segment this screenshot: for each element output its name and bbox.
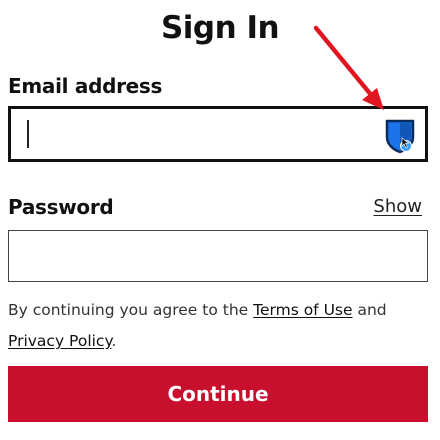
text-caret [27,120,29,148]
privacy-policy-link[interactable]: Privacy Policy [8,332,111,350]
continue-button[interactable]: Continue [8,366,428,422]
terms-suffix: . [111,332,117,350]
page-title: Sign In [160,10,280,46]
email-label: Email address [8,74,163,98]
terms-notice: By continuing you agree to the Terms of … [8,295,432,357]
email-field-wrapper[interactable] [8,106,428,162]
password-label: Password [8,195,114,219]
password-field-wrapper[interactable] [8,230,428,282]
shield-icon[interactable] [384,118,416,154]
show-password-link[interactable]: Show [373,196,422,217]
terms-middle: and [352,301,387,319]
terms-prefix: By continuing you agree to the [8,301,254,319]
terms-of-use-link[interactable]: Terms of Use [253,301,352,319]
password-field[interactable] [9,231,427,281]
email-field[interactable] [11,109,425,159]
